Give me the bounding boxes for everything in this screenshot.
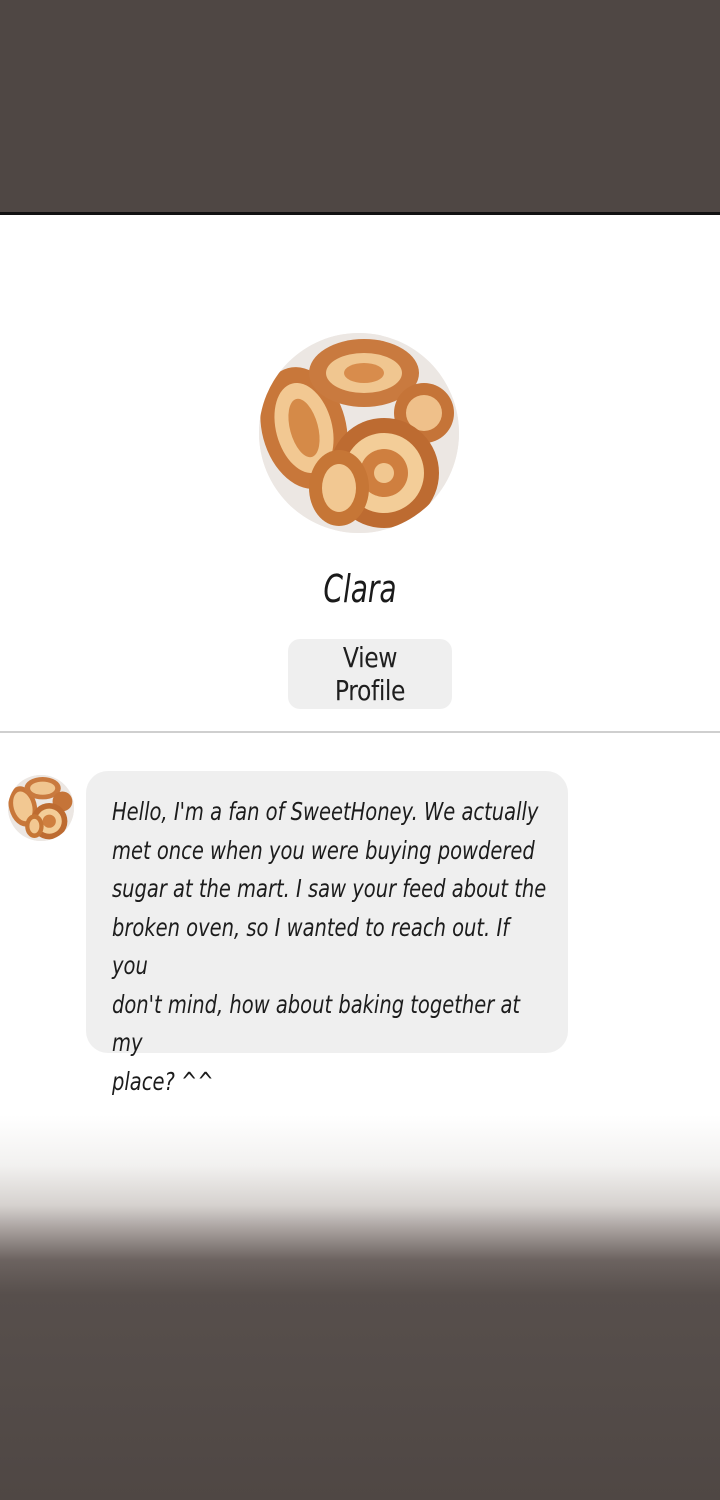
sender-avatar-image — [8, 775, 74, 841]
comic-panel: Clara View Profile Hello, I'm a fan of S… — [0, 0, 720, 1500]
pastry-5 — [309, 450, 369, 526]
pastry-avatar-icon[interactable] — [259, 333, 459, 533]
view-profile-label: View Profile — [334, 641, 406, 707]
message-bubble[interactable]: Hello, I'm a fan of SweetHoney. We actua… — [86, 771, 568, 1096]
sender-avatar-icon[interactable] — [8, 775, 74, 841]
dark-background-top — [0, 0, 720, 212]
message-text: Hello, I'm a fan of SweetHoney. We actua… — [112, 797, 547, 1096]
avatar-image — [259, 333, 459, 533]
chat-screen: Clara View Profile Hello, I'm a fan of S… — [0, 215, 720, 1500]
profile-header: Clara View Profile — [0, 215, 720, 731]
view-profile-button[interactable]: View Profile — [288, 639, 452, 709]
header-divider — [0, 731, 720, 733]
contact-name: Clara — [323, 567, 397, 611]
